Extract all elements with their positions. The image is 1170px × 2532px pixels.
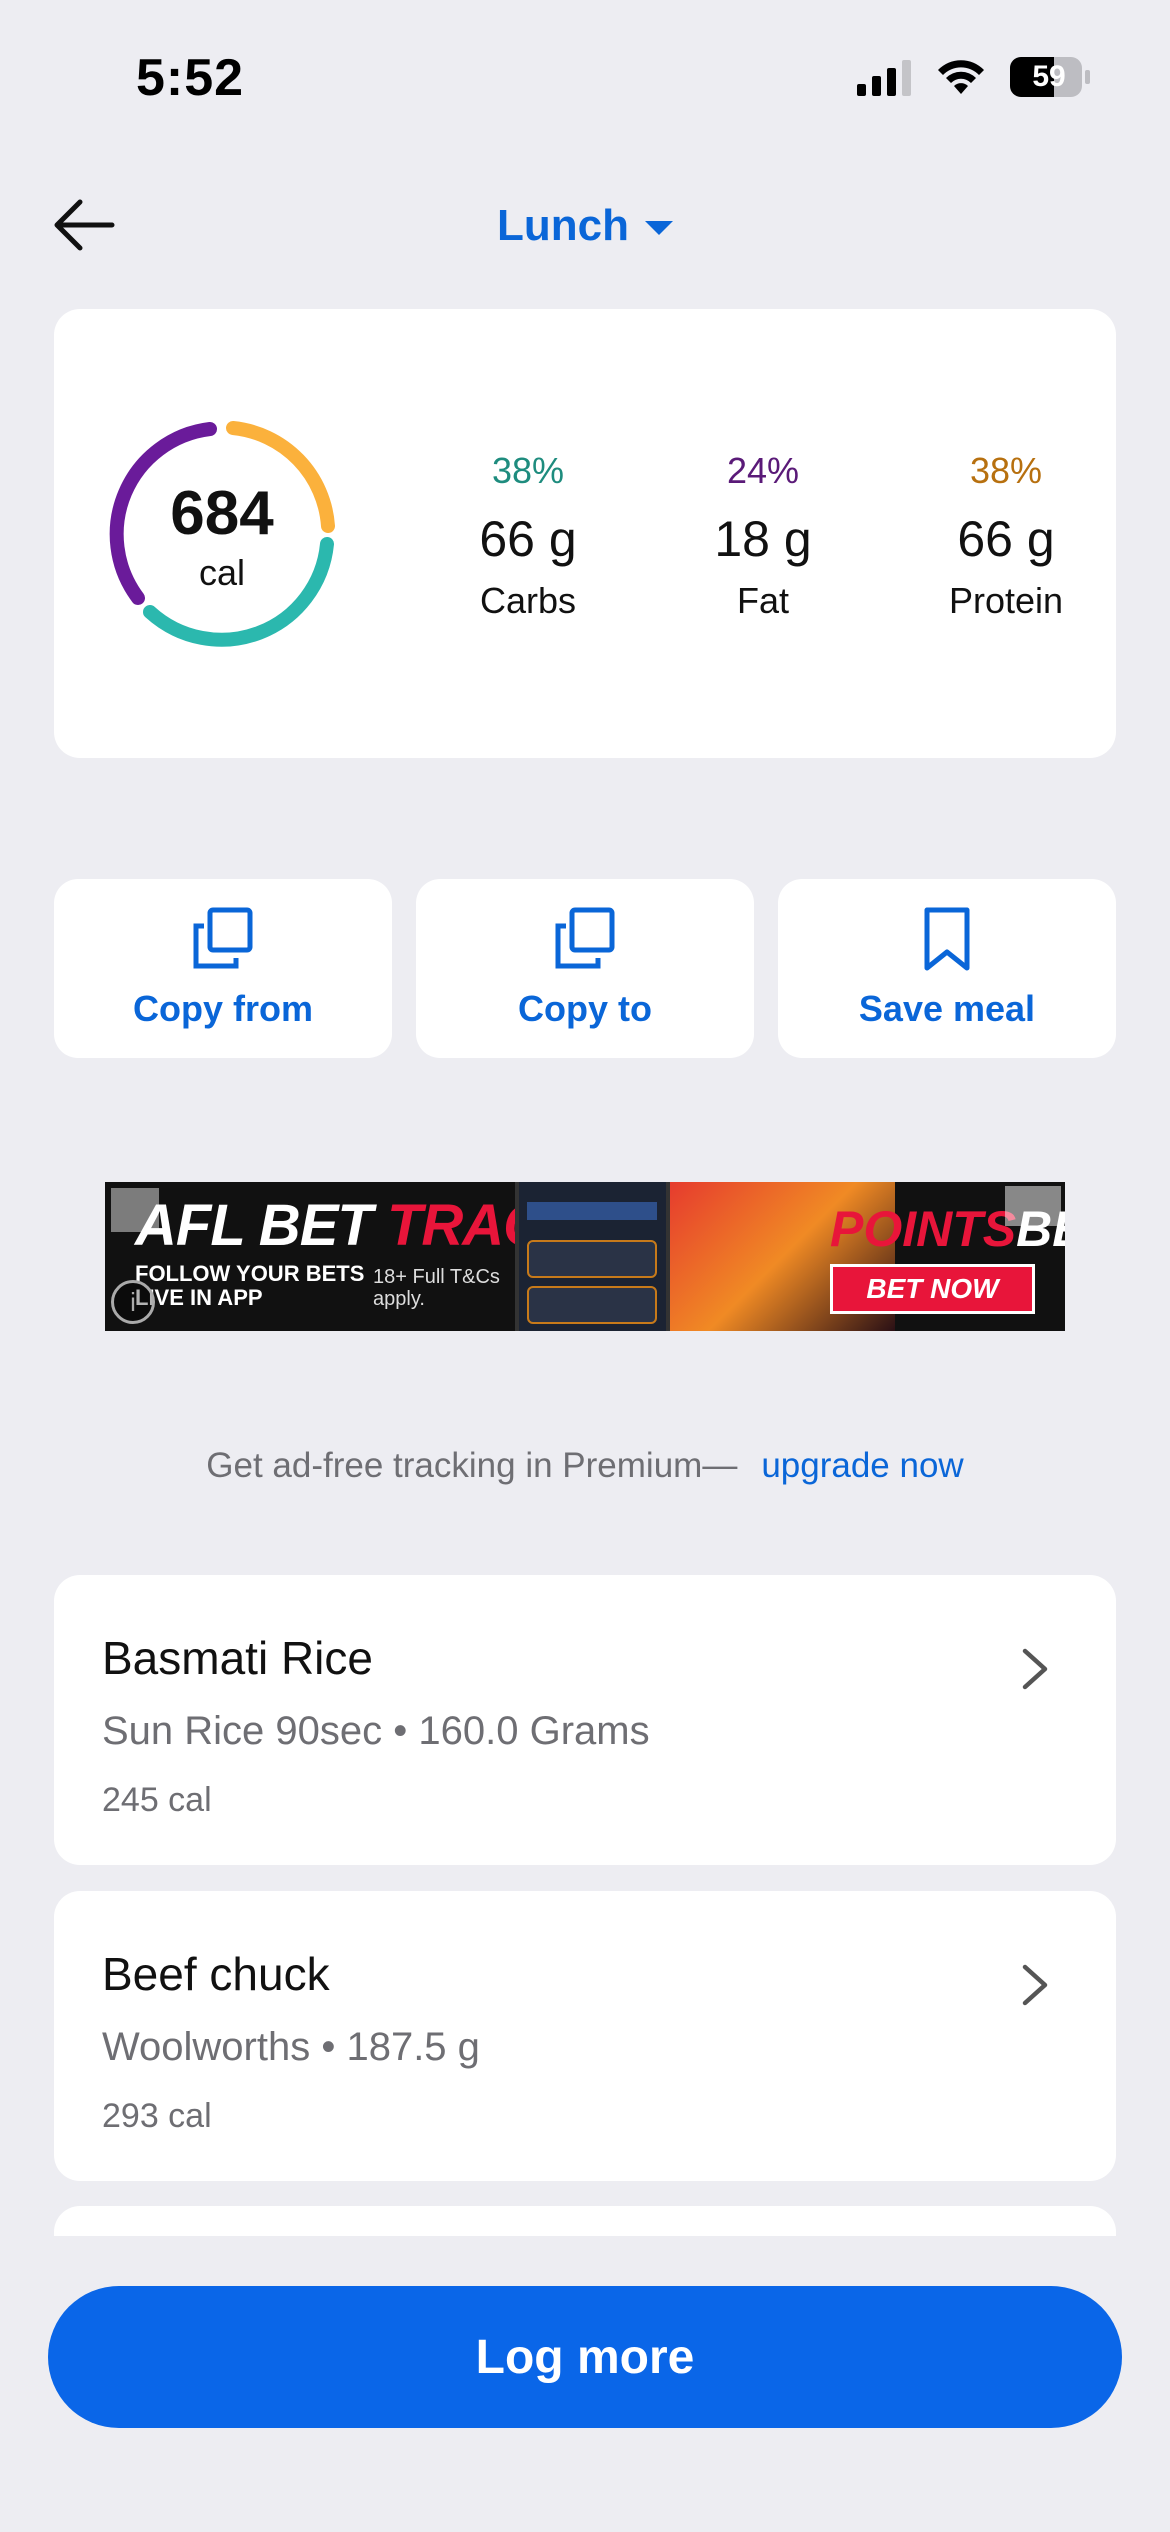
save-meal-button[interactable]: Save meal xyxy=(778,879,1116,1058)
copy-icon xyxy=(193,907,253,969)
food-name: Beef chuck xyxy=(102,1948,330,2000)
chevron-down-icon xyxy=(644,221,673,235)
wifi-icon xyxy=(938,60,984,94)
ad-subtext: FOLLOW YOUR BETS LIVE IN APP xyxy=(135,1261,365,1310)
meal-selector[interactable]: Lunch xyxy=(0,196,1170,256)
chevron-right-icon xyxy=(1022,1648,1048,1690)
ad-badge-icon xyxy=(111,1188,159,1232)
premium-text: Get ad-free tracking in Premium— xyxy=(206,1446,738,1485)
ad-choices-icon[interactable] xyxy=(1005,1186,1061,1226)
bookmark-icon xyxy=(924,907,970,971)
ad-bet-now-button[interactable]: BET NOW xyxy=(830,1264,1035,1314)
copy-from-label: Copy from xyxy=(133,988,313,1029)
save-meal-label: Save meal xyxy=(858,988,1036,1029)
macro-carbs-label: Carbs xyxy=(479,580,577,621)
cellular-signal-icon xyxy=(857,60,911,96)
copy-to-label: Copy to xyxy=(518,988,652,1029)
ad-phone-image xyxy=(515,1182,670,1331)
macro-carbs-value: 66 g xyxy=(479,511,577,567)
food-detail: Sun Rice 90sec • 160.0 Grams xyxy=(102,1709,650,1753)
food-entry-basmati-rice[interactable]: Basmati Rice Sun Rice 90sec • 160.0 Gram… xyxy=(54,1575,1116,1865)
macro-fat-label: Fat xyxy=(736,580,789,621)
macro-fat-value: 18 g xyxy=(714,511,812,567)
macro-fat-percent: 24% xyxy=(726,450,800,491)
info-icon[interactable]: i xyxy=(111,1280,155,1324)
food-detail: Woolworths • 187.5 g xyxy=(102,2025,480,2069)
macro-protein: 38% 66 g Protein xyxy=(906,450,1106,622)
macro-fat: 24% 18 g Fat xyxy=(663,450,863,622)
macro-protein-value: 66 g xyxy=(957,511,1055,567)
copy-from-button[interactable]: Copy from xyxy=(54,879,392,1058)
battery-level: 59 xyxy=(1032,60,1066,93)
food-calories: 293 cal xyxy=(102,2097,212,2135)
meal-detail-screen: 5:52 59 Lunch 684 cal 38% 66 g Carbs 24%… xyxy=(0,0,1170,2532)
ad-banner[interactable]: AFL BET TRACKER FOLLOW YOUR BETS LIVE IN… xyxy=(105,1182,1065,1331)
status-time: 5:52 xyxy=(136,49,245,107)
macro-protein-label: Protein xyxy=(948,580,1064,621)
calories-unit: cal xyxy=(198,552,246,593)
macro-carbs-percent: 38% xyxy=(491,450,565,491)
food-entry-beef-chuck[interactable]: Beef chuck Woolworths • 187.5 g 293 cal xyxy=(54,1891,1116,2181)
meal-title: Lunch xyxy=(497,201,629,250)
macro-protein-percent: 38% xyxy=(969,450,1043,491)
ad-terms: 18+ Full T&Cs apply. xyxy=(373,1266,500,1310)
premium-upsell: Get ad-free tracking in Premium— upgrade … xyxy=(0,1446,1170,1486)
log-more-button[interactable]: Log more xyxy=(48,2286,1122,2428)
copy-icon xyxy=(555,907,615,969)
status-bar: 5:52 59 xyxy=(0,0,1170,150)
food-name: Basmati Rice xyxy=(102,1632,373,1684)
copy-to-button[interactable]: Copy to xyxy=(416,879,754,1058)
chevron-right-icon xyxy=(1022,1964,1048,2006)
upgrade-now-link[interactable]: upgrade now xyxy=(761,1446,963,1485)
calories-total: 684 xyxy=(170,479,274,548)
macro-carbs: 38% 66 g Carbs xyxy=(428,450,628,622)
food-calories: 245 cal xyxy=(102,1781,212,1819)
